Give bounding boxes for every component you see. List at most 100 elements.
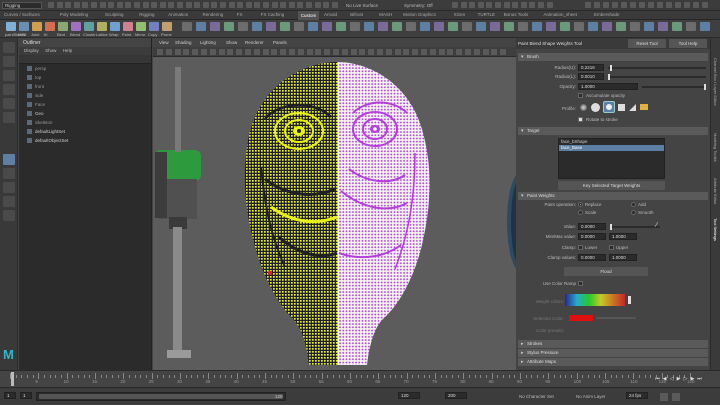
shelf-tool-icon[interactable] (574, 22, 584, 31)
viewport-tool-icon[interactable] (218, 49, 225, 55)
status-line-icon[interactable] (538, 2, 544, 8)
reset-tool-button[interactable]: Reset Tool (628, 39, 666, 48)
shelf-tab-5[interactable]: Rendering (203, 12, 224, 17)
viewport-menu-lighting[interactable]: Lighting (200, 40, 216, 45)
outliner-row[interactable]: front (19, 82, 151, 91)
status-line-icon[interactable] (168, 2, 175, 8)
scale-radio[interactable] (578, 210, 583, 215)
use-color-ramp-checkbox[interactable] (578, 281, 583, 286)
status-line-icon[interactable] (693, 2, 699, 8)
viewport-tool-icon[interactable] (385, 49, 392, 55)
browse-folder-icon[interactable] (640, 104, 648, 110)
shelf-tool-icon[interactable] (406, 22, 416, 31)
viewport-tool-icon[interactable] (341, 49, 348, 55)
viewport-tool-icon[interactable] (421, 49, 427, 55)
status-line-icon[interactable] (65, 2, 72, 8)
viewport-tool-icon[interactable] (412, 49, 419, 55)
status-line-icon[interactable] (254, 2, 261, 8)
outliner-row[interactable]: Skeleton (19, 118, 151, 127)
viewport-tool-icon[interactable] (157, 49, 163, 55)
viewport-menu-show[interactable]: Show (226, 40, 237, 45)
viewport-tool-icon[interactable] (403, 49, 410, 55)
viewport-tool-icon[interactable] (333, 49, 339, 55)
status-line-icon[interactable] (237, 2, 244, 8)
shelf-tab-17[interactable]: Embershade (594, 12, 620, 17)
start-frame-field[interactable]: 1 (4, 392, 16, 399)
radius-u-field[interactable]: 0.2216 (578, 64, 604, 71)
viewport-tool-icon[interactable] (350, 49, 357, 55)
eyedropper-icon[interactable]: ⁄ (656, 222, 664, 230)
status-line-icon[interactable] (288, 2, 295, 8)
status-line-icon[interactable] (220, 2, 226, 8)
shelf-tab-0[interactable]: Curves / Surfaces (4, 12, 40, 17)
status-line-icon[interactable] (280, 2, 287, 8)
outliner-row[interactable]: defaultObjectSet (19, 136, 151, 145)
viewport-tool-icon[interactable] (174, 49, 181, 55)
status-line-icon[interactable] (228, 2, 235, 8)
outliner-row[interactable]: Geo (19, 109, 151, 118)
profile-soft-icon[interactable] (591, 103, 600, 112)
viewport-tool-icon[interactable] (271, 49, 278, 55)
scale-tool-icon[interactable] (3, 112, 15, 123)
status-line-icon[interactable] (73, 2, 80, 8)
shelf-tool-icon[interactable] (420, 22, 430, 31)
playback-end-field[interactable]: 120 (398, 392, 420, 399)
selected-color-swatch[interactable] (569, 315, 593, 321)
status-line-icon[interactable] (630, 2, 636, 8)
shelf-tab-13[interactable]: XGen (454, 12, 466, 17)
shelf-button-7[interactable] (97, 22, 107, 31)
viewport-tool-icon[interactable] (183, 49, 190, 55)
viewport-tool-icon[interactable] (236, 49, 243, 55)
rotate-to-stroke-checkbox[interactable] (578, 117, 583, 122)
shelf-tab-16[interactable]: Animation_sheet (544, 12, 578, 17)
status-line-icon[interactable] (452, 2, 458, 8)
min-value-field[interactable]: 0.0000 (578, 233, 606, 240)
playback-start-field[interactable]: 1 (20, 392, 32, 399)
viewport[interactable]: View Shading Lighting Show Renderer Pane… (153, 38, 516, 370)
stylus-pressure-section-header[interactable]: Stylus Pressure (518, 349, 708, 357)
shelf-tool-icon[interactable] (252, 22, 262, 31)
current-time-indicator[interactable] (11, 372, 14, 386)
target-list[interactable]: face_bShape face_Base (558, 138, 665, 179)
status-line-icon[interactable] (520, 2, 527, 8)
viewport-tool-icon[interactable] (324, 49, 331, 55)
status-line-icon[interactable] (151, 2, 158, 8)
paint-select-icon[interactable] (3, 70, 15, 81)
brush-section-header[interactable]: Brush (518, 53, 708, 61)
character-set-label[interactable]: No Character Set (519, 394, 554, 399)
anim-layer-label[interactable]: No Anim Layer (576, 394, 606, 399)
radius-l-slider[interactable] (608, 74, 706, 80)
tool-settings-tab[interactable]: Tool Settings (713, 218, 718, 241)
side-by-side-layout-icon[interactable] (3, 182, 15, 193)
shelf-tab-11[interactable]: MASH (379, 12, 392, 17)
viewport-tool-icon[interactable] (253, 49, 260, 55)
status-line-icon[interactable] (99, 2, 106, 8)
status-line-icon[interactable] (263, 2, 269, 8)
status-line-icon[interactable] (194, 2, 201, 8)
status-line-icon[interactable] (469, 2, 476, 8)
playback-control-icon[interactable]: ▷ (683, 376, 688, 382)
time-slider[interactable]: 5 10 15 20 25 30 35 40 45 50 55 60 65 70 75 80 85 90 95 100… (0, 370, 720, 387)
shelf-button-10[interactable] (136, 22, 146, 31)
shelf-button-8[interactable] (110, 22, 120, 31)
shelf-tool-icon[interactable] (308, 22, 318, 31)
viewport-tool-icon[interactable] (456, 49, 463, 55)
add-radio[interactable] (631, 202, 636, 207)
value-slider[interactable] (610, 224, 660, 230)
shelf-tool-icon[interactable] (658, 22, 668, 31)
shelf-tool-icon[interactable] (560, 22, 570, 31)
viewport-tool-icon[interactable] (377, 49, 383, 55)
status-line-icon[interactable] (675, 2, 681, 8)
viewport-tool-icon[interactable] (209, 49, 216, 55)
lasso-tool-icon[interactable] (3, 56, 15, 67)
outliner-search[interactable] (19, 55, 151, 64)
viewport-tool-icon[interactable] (473, 49, 480, 55)
status-line-icon[interactable] (297, 2, 304, 8)
status-line-icon[interactable] (159, 2, 166, 8)
viewport-menu-renderer[interactable]: Renderer (245, 40, 264, 45)
status-line-icon[interactable] (82, 2, 89, 8)
shelf-tool-icon[interactable] (490, 22, 500, 31)
strokes-section-header[interactable]: Strokes (518, 340, 708, 348)
viewport-tool-icon[interactable] (465, 49, 471, 55)
status-line-icon[interactable] (91, 2, 97, 8)
